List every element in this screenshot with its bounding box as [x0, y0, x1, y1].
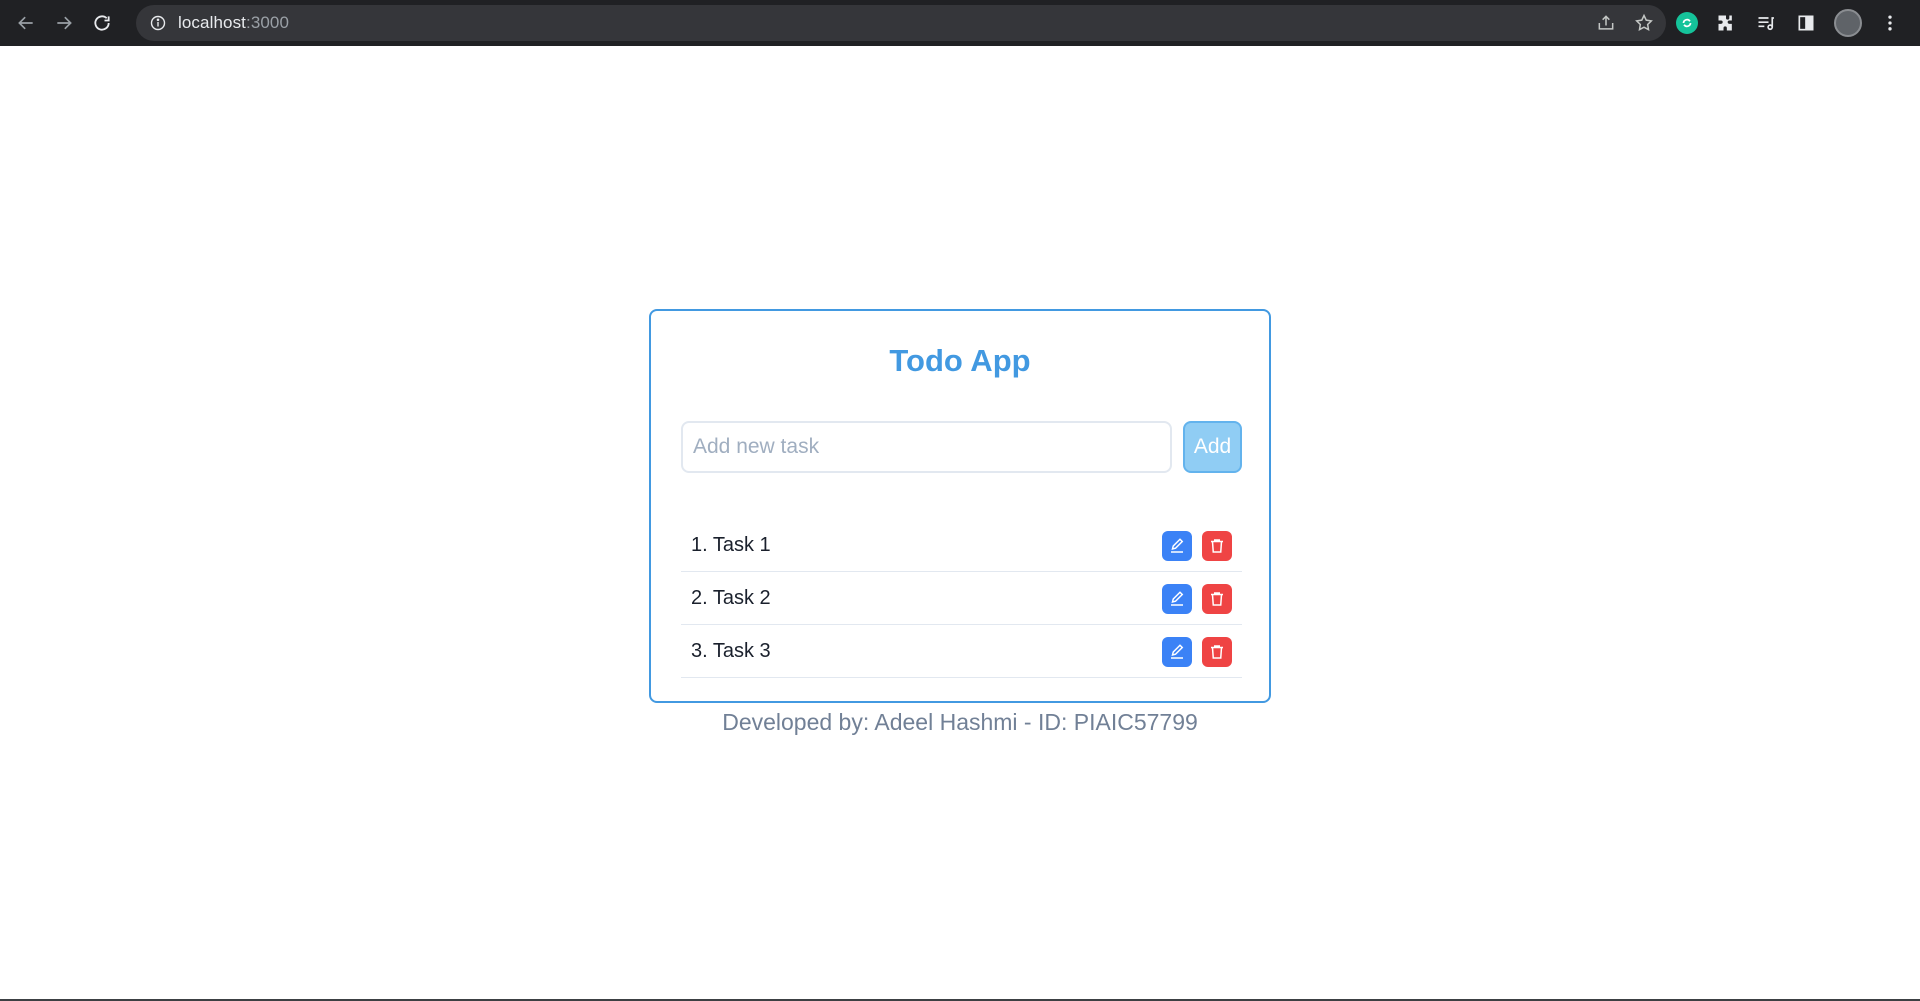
app-title: Todo App [889, 343, 1031, 378]
url-host: localhost [178, 13, 246, 32]
new-task-input[interactable] [681, 421, 1172, 473]
delete-task-button[interactable] [1202, 531, 1232, 561]
footer-credit: Developed by: Adeel Hashmi - ID: PIAIC57… [722, 709, 1198, 735]
trash-icon [1211, 645, 1223, 659]
edit-task-button[interactable] [1162, 584, 1192, 614]
url-text: localhost:3000 [178, 13, 289, 33]
site-info-icon[interactable] [150, 15, 166, 31]
pencil-icon [1171, 644, 1184, 659]
delete-task-button[interactable] [1202, 584, 1232, 614]
task-item: 1. Task 1 [681, 519, 1242, 572]
add-task-button[interactable]: Add [1183, 421, 1242, 473]
bookmark-star-icon[interactable] [1634, 13, 1654, 33]
task-text: 3. Task 3 [691, 639, 771, 662]
side-panel-icon[interactable] [1794, 11, 1818, 35]
media-queue-icon[interactable] [1754, 11, 1778, 35]
extension-green-icon[interactable] [1676, 12, 1698, 34]
delete-task-button[interactable] [1202, 637, 1232, 667]
reload-icon[interactable] [90, 11, 114, 35]
url-port: :3000 [246, 13, 290, 32]
share-icon[interactable] [1596, 13, 1616, 33]
forward-icon[interactable] [52, 11, 76, 35]
back-icon[interactable] [14, 11, 38, 35]
trash-icon [1211, 539, 1223, 553]
task-item: 2. Task 2 [681, 572, 1242, 625]
pencil-icon [1171, 538, 1184, 553]
edit-task-button[interactable] [1162, 531, 1192, 561]
profile-avatar[interactable] [1834, 9, 1862, 37]
todo-card: Todo App Add 1. Task 1 2. Task 2 [649, 309, 1271, 703]
extensions-puzzle-icon[interactable] [1714, 11, 1738, 35]
edit-task-button[interactable] [1162, 637, 1192, 667]
menu-kebab-icon[interactable] [1878, 11, 1902, 35]
task-list: 1. Task 1 2. Task 2 3. Task 3 [681, 519, 1242, 678]
browser-toolbar: localhost:3000 [0, 0, 1920, 46]
trash-icon [1211, 592, 1223, 606]
pencil-icon [1171, 591, 1184, 606]
address-bar[interactable]: localhost:3000 [136, 5, 1666, 41]
task-item: 3. Task 3 [681, 625, 1242, 678]
task-text: 1. Task 1 [691, 533, 771, 556]
task-text: 2. Task 2 [691, 586, 771, 609]
